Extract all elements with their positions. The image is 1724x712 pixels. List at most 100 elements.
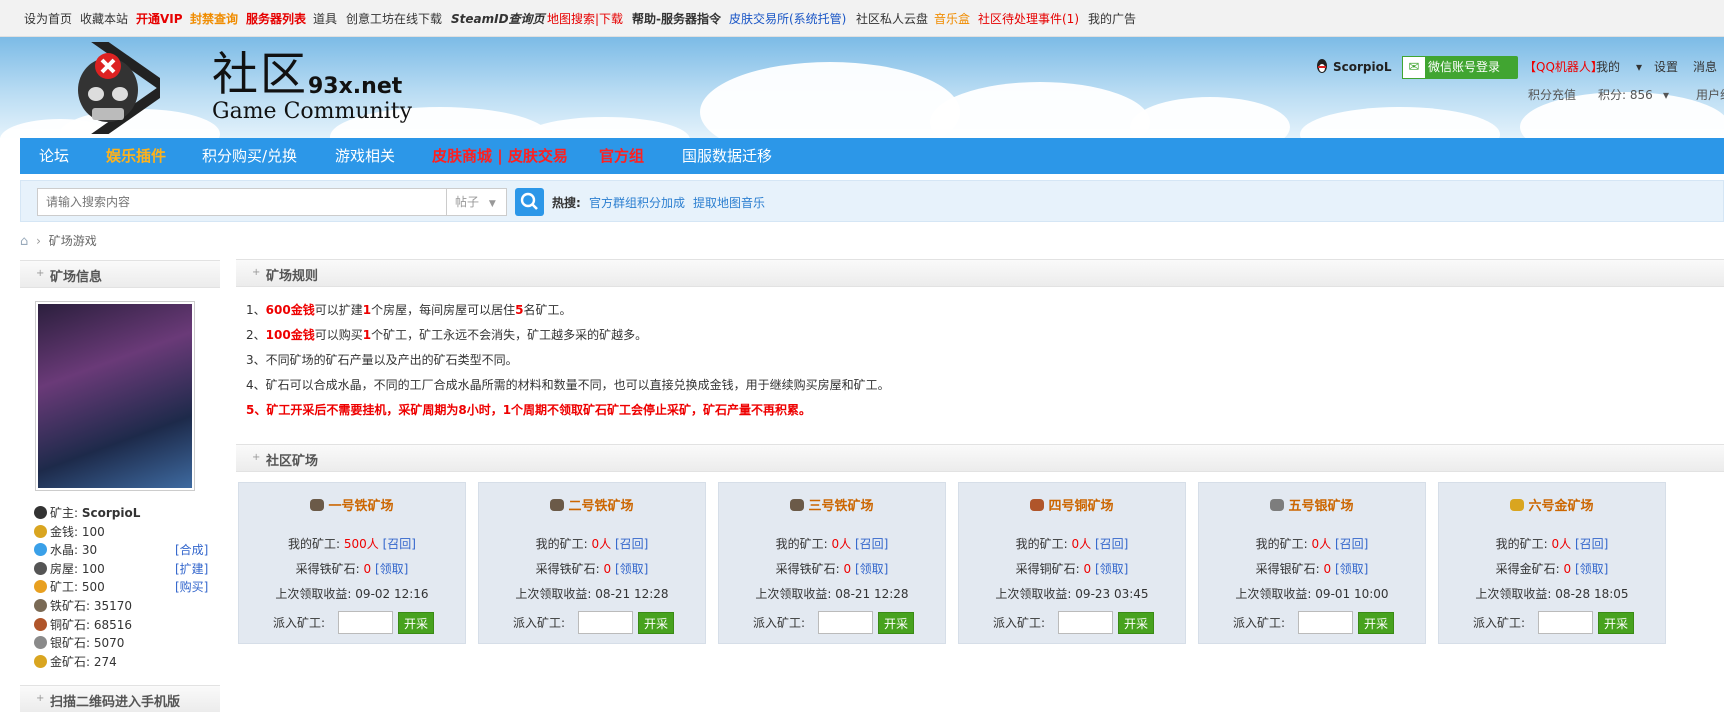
points-display[interactable]: 积分: 856 <box>1598 87 1653 103</box>
rule-segment: 个房屋，每间房屋可以居住 <box>371 303 516 317</box>
chevron-down-icon[interactable]: ▾ <box>1663 87 1669 103</box>
ore-label: 采得铁矿石: <box>775 562 840 576</box>
stat-action-link[interactable]: [合成] <box>175 542 208 558</box>
chevron-down-icon[interactable]: ▾ <box>1636 59 1642 75</box>
points-recharge-link[interactable]: 积分充值 <box>1528 87 1576 103</box>
top-link[interactable]: 社区私人云盘 <box>856 11 928 27</box>
collect-link[interactable]: [领取] <box>1575 562 1608 576</box>
my-menu-link[interactable]: 我的 <box>1596 59 1620 75</box>
recall-link[interactable]: [召回] <box>855 537 888 551</box>
hot-search-item[interactable]: 官方群组积分加成 <box>589 194 685 211</box>
collect-link[interactable]: [领取] <box>1335 562 1368 576</box>
last-income-label: 上次领取收益: <box>275 587 352 601</box>
collect-link[interactable]: [领取] <box>615 562 648 576</box>
nav-item[interactable]: 娱乐插件 <box>106 147 166 165</box>
qq-robot-link[interactable]: 【QQ机器人】 <box>1524 59 1603 75</box>
top-link[interactable]: SteamID查询页 <box>451 11 545 27</box>
start-mining-button[interactable]: 开采 <box>1598 612 1634 634</box>
mine-workers-row: 我的矿工: 0人 [召回] <box>719 536 945 552</box>
rule-segment: 可以扩建 <box>314 303 363 317</box>
top-link[interactable]: 开通VIP <box>136 11 183 27</box>
nav-item[interactable]: 皮肤商城 | 皮肤交易 <box>432 147 568 165</box>
start-mining-button[interactable]: 开采 <box>878 612 914 634</box>
username-link[interactable]: ScorpioL <box>1333 59 1392 75</box>
mine-title[interactable]: 五号银矿场 <box>1199 498 1425 516</box>
nav-item[interactable]: 官方组 <box>599 147 644 165</box>
top-link[interactable]: 音乐盒 <box>934 11 970 27</box>
hot-search-item[interactable]: 提取地图音乐 <box>693 194 765 211</box>
logo-title[interactable]: 社区 <box>212 50 308 98</box>
mine-ore-row: 采得铜矿石: 0 [领取] <box>959 561 1185 577</box>
top-link[interactable]: 创意工坊在线下载 <box>346 11 442 27</box>
collect-link[interactable]: [领取] <box>855 562 888 576</box>
mine-title[interactable]: 六号金矿场 <box>1439 498 1665 516</box>
start-mining-button[interactable]: 开采 <box>1358 612 1394 634</box>
wechat-icon[interactable]: ✉ <box>1402 56 1426 79</box>
workers-value: 0 <box>1071 537 1080 551</box>
workers-value: 500 <box>343 537 367 551</box>
dispatch-input[interactable] <box>338 611 393 634</box>
recall-link[interactable]: [召回] <box>1575 537 1608 551</box>
collect-link[interactable]: [领取] <box>375 562 408 576</box>
recall-link[interactable]: [召回] <box>383 537 416 551</box>
mine-title[interactable]: 三号铁矿场 <box>719 498 945 516</box>
arrow-icon: + <box>252 452 261 463</box>
stat-value: 35170 <box>93 599 133 613</box>
avatar[interactable] <box>35 301 195 491</box>
logo-subtitle[interactable]: Game Community <box>212 100 412 124</box>
last-income-label: 上次领取收益: <box>1235 587 1312 601</box>
stat-action-link[interactable]: [扩建] <box>175 561 208 577</box>
skull-logo-icon[interactable] <box>56 42 160 134</box>
breadcrumb-current[interactable]: 矿场游戏 <box>49 234 97 248</box>
collect-link[interactable]: [领取] <box>1095 562 1128 576</box>
stat-icon <box>34 599 47 612</box>
search-input[interactable] <box>37 188 447 216</box>
dispatch-input[interactable] <box>1538 611 1593 634</box>
start-mining-button[interactable]: 开采 <box>638 612 674 634</box>
top-link[interactable]: 皮肤交易所(系统托管) <box>729 11 846 27</box>
nav-item[interactable]: 积分购买/兑换 <box>202 147 297 165</box>
rule-segment: 1 <box>362 328 372 342</box>
stat-label: 铁矿石: <box>50 599 91 613</box>
logo-domain[interactable]: 93x.net <box>308 74 402 99</box>
nav-item[interactable]: 游戏相关 <box>335 147 395 165</box>
top-link[interactable]: 收藏本站 <box>80 11 128 27</box>
mine-title[interactable]: 四号铜矿场 <box>959 498 1185 516</box>
dispatch-input[interactable] <box>818 611 873 634</box>
top-link[interactable]: 道具 <box>313 11 337 27</box>
dispatch-input[interactable] <box>1298 611 1353 634</box>
mine-title[interactable]: 一号铁矿场 <box>239 498 465 516</box>
search-type-select[interactable]: 帖子 ▼ <box>447 188 507 216</box>
qr-header: + 扫描二维码进入手机版 <box>20 685 220 712</box>
top-link[interactable]: 服务器列表 <box>246 11 306 27</box>
mine-workers-row: 我的矿工: 0人 [召回] <box>1439 536 1665 552</box>
top-link[interactable]: 设为首页 <box>24 11 72 27</box>
user-group-link[interactable]: 用户组 <box>1696 87 1724 103</box>
start-mining-button[interactable]: 开采 <box>398 612 434 634</box>
top-link[interactable]: 我的广告 <box>1088 11 1136 27</box>
top-link[interactable]: 封禁查询 <box>190 11 238 27</box>
top-link[interactable]: 地图搜索|下载 <box>547 11 623 27</box>
settings-link[interactable]: 设置 <box>1654 59 1678 75</box>
home-icon[interactable]: ⌂ <box>20 234 28 249</box>
recall-link[interactable]: [召回] <box>1335 537 1368 551</box>
nav-item[interactable]: 国服数据迁移 <box>682 147 772 165</box>
dispatch-input[interactable] <box>1058 611 1113 634</box>
nav-item[interactable]: 论坛 <box>39 147 69 165</box>
stat-row: 铁矿石: 35170 <box>34 598 132 614</box>
stat-icon <box>34 617 47 631</box>
start-mining-button[interactable]: 开采 <box>1118 612 1154 634</box>
qr-title: 扫描二维码进入手机版 <box>50 695 181 710</box>
top-link[interactable]: 帮助-服务器指令 <box>632 11 721 27</box>
top-link[interactable]: 社区待处理事件(1) <box>978 11 1079 27</box>
mine-title[interactable]: 二号铁矿场 <box>479 498 705 516</box>
messages-link[interactable]: 消息 <box>1693 59 1717 75</box>
recall-link[interactable]: [召回] <box>615 537 648 551</box>
recall-link[interactable]: [召回] <box>1095 537 1128 551</box>
mine-last-row: 上次领取收益: 08-21 12:28 <box>479 586 705 602</box>
search-bar: 帖子 ▼ 热搜: 官方群组积分加成 提取地图音乐 <box>20 180 1724 222</box>
dispatch-input[interactable] <box>578 611 633 634</box>
stat-action-link[interactable]: [购买] <box>175 579 208 595</box>
ore-icon <box>1510 499 1525 511</box>
search-icon[interactable] <box>515 188 544 216</box>
